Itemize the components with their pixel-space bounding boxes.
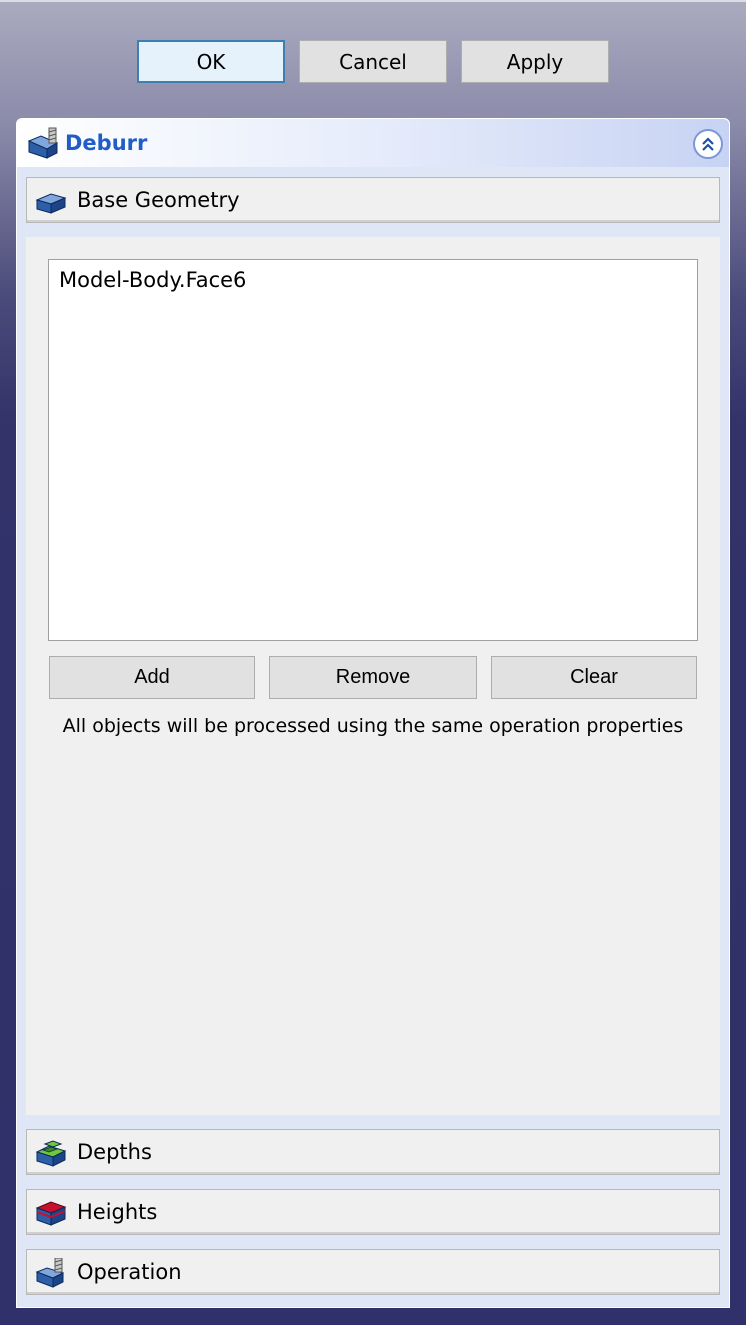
add-button[interactable]: Add [49, 656, 255, 699]
chevron-double-up-icon[interactable] [693, 129, 723, 159]
clear-button[interactable]: Clear [491, 656, 697, 699]
deburr-task-panel: Deburr Base Geometry Model-Body.Face6 Ad… [16, 118, 730, 1308]
section-label: Depths [77, 1140, 152, 1164]
deburr-tool-icon [27, 127, 61, 159]
list-item[interactable]: Model-Body.Face6 [59, 268, 246, 292]
section-heights[interactable]: Heights [26, 1189, 720, 1235]
heights-icon [35, 1198, 67, 1228]
section-label: Operation [77, 1260, 182, 1284]
section-depths[interactable]: Depths [26, 1129, 720, 1175]
window-top-edge [0, 0, 746, 2]
base-geometry-content: Model-Body.Face6 Add Remove Clear All ob… [26, 237, 720, 1115]
base-geometry-list[interactable]: Model-Body.Face6 [48, 259, 698, 641]
ok-button[interactable]: OK [137, 40, 285, 83]
panel-header[interactable]: Deburr [17, 119, 729, 167]
apply-button[interactable]: Apply [461, 40, 609, 83]
cancel-button[interactable]: Cancel [299, 40, 447, 83]
section-base-geometry[interactable]: Base Geometry [26, 177, 720, 223]
section-operation[interactable]: Operation [26, 1249, 720, 1295]
operation-icon [35, 1257, 67, 1288]
info-note: All objects will be processed using the … [62, 715, 684, 737]
section-label: Heights [77, 1200, 158, 1224]
panel-title: Deburr [65, 131, 148, 155]
section-label: Base Geometry [77, 188, 240, 212]
base-geometry-icon [35, 186, 67, 216]
depths-icon [35, 1138, 67, 1168]
remove-button[interactable]: Remove [269, 656, 477, 699]
